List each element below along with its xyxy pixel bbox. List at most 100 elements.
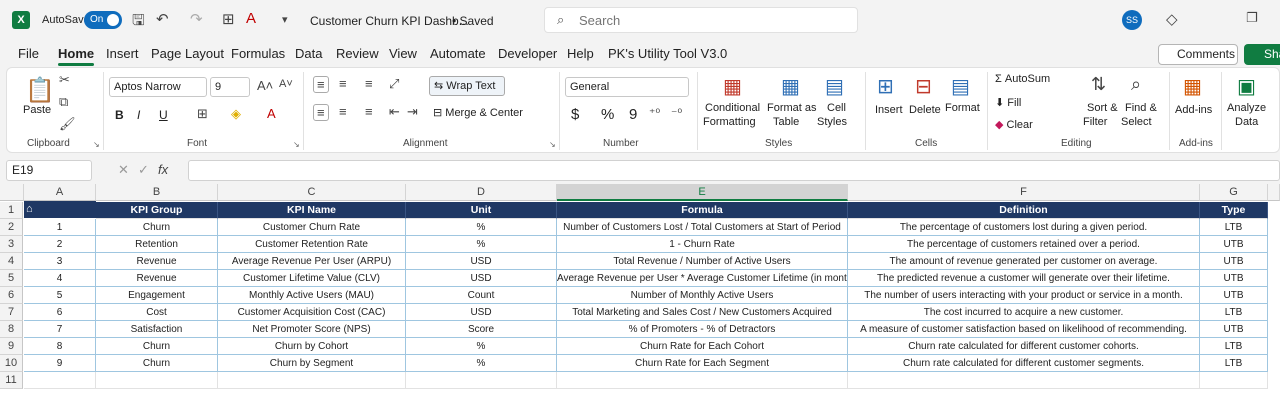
- table-cell[interactable]: LTB: [1200, 304, 1268, 321]
- row-header[interactable]: 5: [0, 270, 23, 287]
- table-header-cell[interactable]: Formula: [557, 202, 848, 219]
- underline-button[interactable]: U: [159, 108, 168, 122]
- name-box[interactable]: E19: [6, 160, 92, 181]
- format-painter-icon[interactable]: 🖌: [59, 116, 76, 132]
- table-cell[interactable]: [218, 372, 406, 389]
- comments-button[interactable]: Comments: [1158, 44, 1238, 65]
- table-cell[interactable]: Revenue: [96, 270, 218, 287]
- table-cell[interactable]: UTB: [1200, 321, 1268, 338]
- percent-button[interactable]: %: [601, 106, 614, 123]
- table-cell[interactable]: Count: [406, 287, 557, 304]
- column-header[interactable]: C: [218, 184, 406, 201]
- table-cell[interactable]: The number of users interacting with you…: [848, 287, 1200, 304]
- table-header-cell[interactable]: KPI Group: [96, 202, 218, 219]
- bold-button[interactable]: B: [115, 108, 124, 122]
- tab-view[interactable]: View: [389, 46, 417, 61]
- paste-icon[interactable]: 📋: [25, 76, 55, 105]
- borders-button-icon[interactable]: ⊞: [197, 106, 208, 122]
- align-center-icon[interactable]: ≡: [339, 104, 347, 119]
- tab-pk-utility[interactable]: PK's Utility Tool V3.0: [608, 46, 727, 61]
- table-cell[interactable]: [848, 372, 1200, 389]
- table-cell[interactable]: [406, 372, 557, 389]
- sort-filter-button[interactable]: Sort &: [1087, 102, 1118, 114]
- formula-input[interactable]: [188, 160, 1280, 181]
- tab-help[interactable]: Help: [567, 46, 594, 61]
- table-cell[interactable]: LTB: [1200, 338, 1268, 355]
- table-cell[interactable]: USD: [406, 253, 557, 270]
- table-cell[interactable]: Total Marketing and Sales Cost / New Cus…: [557, 304, 848, 321]
- fill-button[interactable]: ⬇ Fill: [995, 96, 1021, 109]
- font-launcher-icon[interactable]: ↘: [293, 140, 300, 149]
- sort-filter-icon[interactable]: ⇅: [1091, 74, 1106, 95]
- number-format-select[interactable]: General: [565, 77, 689, 97]
- paste-button[interactable]: Paste: [23, 104, 51, 116]
- home-icon[interactable]: ⌂: [24, 201, 96, 218]
- tab-formulas[interactable]: Formulas: [231, 46, 285, 61]
- table-cell[interactable]: [24, 372, 96, 389]
- currency-button[interactable]: $: [571, 106, 579, 123]
- table-cell[interactable]: 7: [24, 321, 96, 338]
- customize-qat-icon[interactable]: ▾: [282, 13, 288, 26]
- row-header[interactable]: 11: [0, 372, 23, 389]
- table-header-cell[interactable]: KPI Name: [218, 202, 406, 219]
- table-cell[interactable]: UTB: [1200, 270, 1268, 287]
- orientation-icon[interactable]: ⤢: [389, 76, 399, 92]
- increase-decimal-icon[interactable]: ⁺⁰: [649, 106, 660, 120]
- table-cell[interactable]: LTB: [1200, 219, 1268, 236]
- table-cell[interactable]: Churn rate calculated for different cust…: [848, 355, 1200, 372]
- table-cell[interactable]: Retention: [96, 236, 218, 253]
- table-cell[interactable]: 6: [24, 304, 96, 321]
- clear-button[interactable]: ◆ Clear: [995, 118, 1033, 131]
- table-cell[interactable]: Monthly Active Users (MAU): [218, 287, 406, 304]
- conditional-formatting-button[interactable]: Conditional: [705, 102, 760, 114]
- table-cell[interactable]: Churn by Cohort: [218, 338, 406, 355]
- merge-center-button[interactable]: ⊟ Merge & Center: [433, 106, 523, 119]
- table-cell[interactable]: %: [406, 355, 557, 372]
- table-cell[interactable]: 5: [24, 287, 96, 304]
- table-cell[interactable]: [1200, 372, 1268, 389]
- format-as-table-icon[interactable]: ▦: [781, 74, 800, 99]
- column-header[interactable]: F: [848, 184, 1200, 201]
- table-cell[interactable]: Score: [406, 321, 557, 338]
- autosave-toggle[interactable]: On: [84, 11, 122, 29]
- table-cell[interactable]: Customer Lifetime Value (CLV): [218, 270, 406, 287]
- table-cell[interactable]: UTB: [1200, 236, 1268, 253]
- table-cell[interactable]: 4: [24, 270, 96, 287]
- table-header-cell[interactable]: Unit: [406, 202, 557, 219]
- row-header[interactable]: 10: [0, 355, 23, 372]
- borders-icon[interactable]: ⊞: [222, 10, 235, 28]
- font-color-icon[interactable]: A: [246, 10, 256, 27]
- table-cell[interactable]: UTB: [1200, 287, 1268, 304]
- column-header[interactable]: E: [557, 184, 848, 201]
- font-name-select[interactable]: Aptos Narrow: [109, 77, 207, 97]
- cancel-icon[interactable]: ✕: [118, 162, 129, 178]
- align-bottom-icon[interactable]: ≡: [365, 76, 373, 91]
- alignment-launcher-icon[interactable]: ↘: [549, 140, 556, 149]
- tab-review[interactable]: Review: [336, 46, 379, 61]
- table-cell[interactable]: Number of Monthly Active Users: [557, 287, 848, 304]
- table-cell[interactable]: [96, 372, 218, 389]
- insert-function-button[interactable]: fx: [158, 162, 168, 177]
- decrease-decimal-icon[interactable]: ⁻⁰: [671, 106, 682, 120]
- table-cell[interactable]: 3: [24, 253, 96, 270]
- align-left-icon[interactable]: ≡: [313, 104, 329, 121]
- table-cell[interactable]: Churn rate calculated for different cust…: [848, 338, 1200, 355]
- delete-cells-icon[interactable]: ⊟: [915, 74, 932, 99]
- table-cell[interactable]: Satisfaction: [96, 321, 218, 338]
- clipboard-launcher-icon[interactable]: ↘: [93, 140, 100, 149]
- delete-cells-button[interactable]: Delete: [909, 104, 941, 116]
- table-cell[interactable]: Cost: [96, 304, 218, 321]
- align-middle-icon[interactable]: ≡: [339, 76, 347, 91]
- table-cell[interactable]: %: [406, 236, 557, 253]
- table-cell[interactable]: Net Promoter Score (NPS): [218, 321, 406, 338]
- column-header[interactable]: A: [24, 184, 96, 201]
- row-header[interactable]: 2: [0, 219, 23, 236]
- search-box[interactable]: ⌕: [544, 7, 858, 33]
- table-cell[interactable]: Average Revenue per User * Average Custo…: [557, 270, 848, 287]
- row-header[interactable]: 6: [0, 287, 23, 304]
- column-header[interactable]: B: [96, 184, 218, 201]
- decrease-font-icon[interactable]: A˅: [279, 78, 293, 90]
- cell-styles-button[interactable]: Cell: [827, 102, 846, 114]
- row-header[interactable]: 9: [0, 338, 23, 355]
- table-cell[interactable]: A measure of customer satisfaction based…: [848, 321, 1200, 338]
